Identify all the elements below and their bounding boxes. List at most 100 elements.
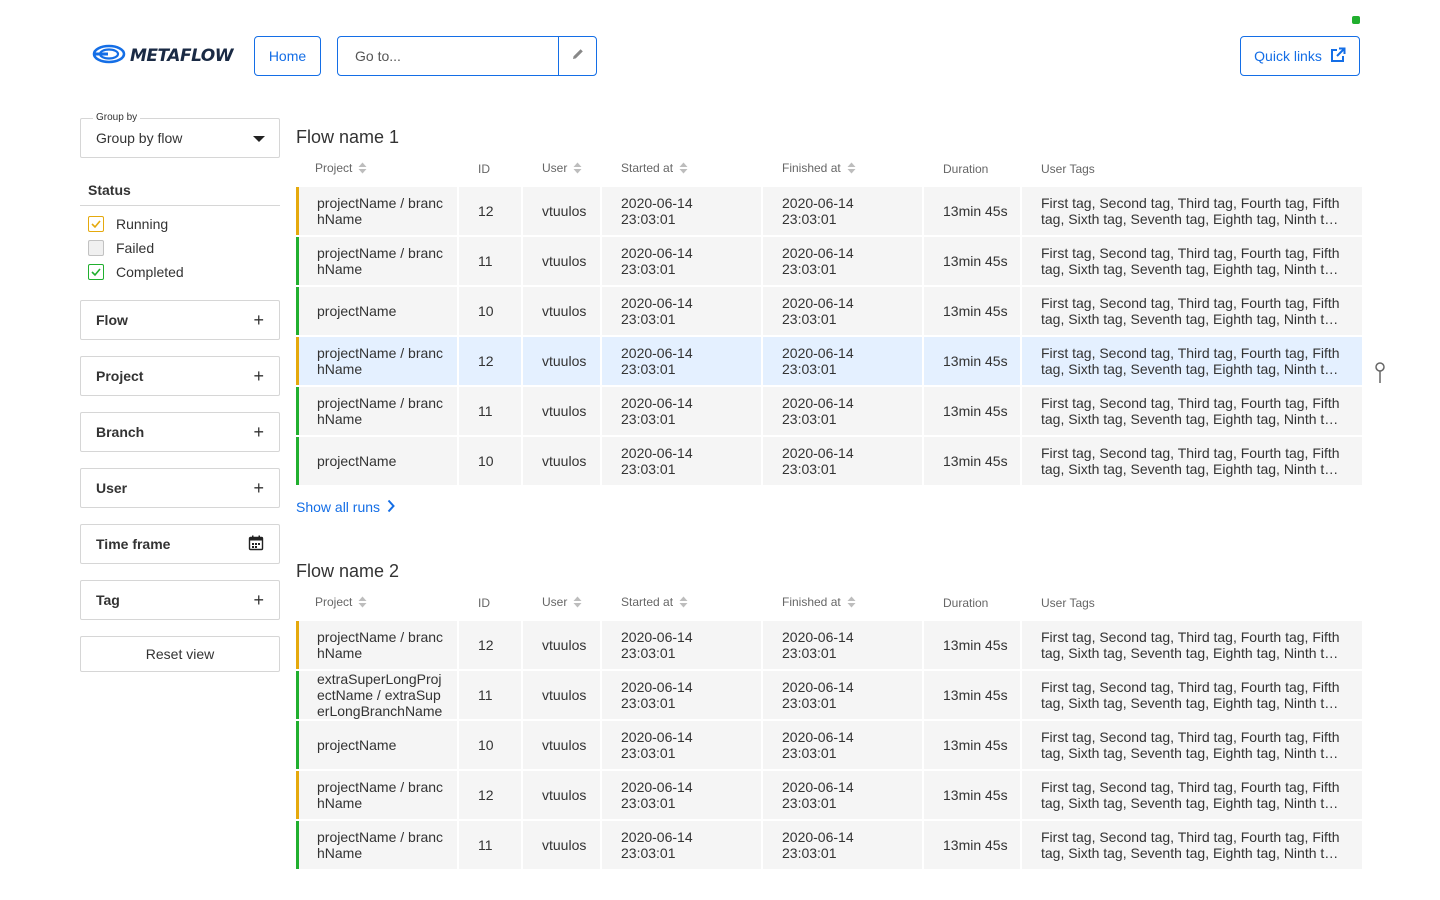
user-cell: vtuulos <box>523 237 600 285</box>
user-tags-cell: First tag, Second tag, Third tag, Fourth… <box>1022 287 1362 335</box>
table-row[interactable]: projectName / branchName 11 vtuulos 2020-06… <box>296 821 1362 869</box>
user-cell: vtuulos <box>523 621 600 669</box>
column-header[interactable]: Finished at <box>763 587 922 619</box>
id-cell: 10 <box>459 287 521 335</box>
duration-cell: 13min 45s <box>924 187 1020 235</box>
sort-icon[interactable] <box>847 162 856 177</box>
status-running-checkbox[interactable]: Running <box>80 212 280 236</box>
user-cell: vtuulos <box>523 671 600 719</box>
project-text: projectName / branchName <box>317 629 444 661</box>
column-header-label: ID <box>478 596 490 610</box>
quick-links-button[interactable]: Quick links <box>1240 36 1360 76</box>
reset-view-button[interactable]: Reset view <box>80 636 280 672</box>
status-label: Failed <box>116 240 155 256</box>
flow-section-1: Flow name 1 Project ID User Started at Finis… <box>296 127 1362 517</box>
sort-icon[interactable] <box>573 596 582 611</box>
filter-branch[interactable]: Branch + <box>80 412 280 452</box>
duration-cell: 13min 45s <box>924 437 1020 485</box>
metaflow-logo[interactable]: METAFLOW <box>92 44 234 68</box>
project-cell: projectName <box>296 721 457 769</box>
group-by-select[interactable]: Group by Group by flow <box>80 112 280 158</box>
column-header-label: Started at <box>621 161 674 176</box>
table-row[interactable]: projectName / branchName 11 vtuulos 2020-06… <box>296 387 1362 435</box>
column-header[interactable]: Started at <box>602 153 761 185</box>
column-header[interactable]: User <box>523 587 600 619</box>
user-tags-cell: First tag, Second tag, Third tag, Fourth… <box>1022 187 1362 235</box>
column-header: ID <box>459 153 521 185</box>
status-completed-checkbox[interactable]: Completed <box>80 260 280 284</box>
finished-at-cell: 2020-06-14 23:03:01 <box>763 187 922 235</box>
user-cell: vtuulos <box>523 387 600 435</box>
table-row[interactable]: projectName 10 vtuulos 2020-06-14 23:03:01 2… <box>296 437 1362 485</box>
sort-icon[interactable] <box>679 596 688 611</box>
user-cell: vtuulos <box>523 721 600 769</box>
table-row[interactable]: projectName / branchName 11 vtuulos 2020-06… <box>296 237 1362 285</box>
filter-tag[interactable]: Tag + <box>80 580 280 620</box>
sort-icon[interactable] <box>847 596 856 611</box>
started-at-cell: 2020-06-14 23:03:01 <box>602 237 761 285</box>
filter-time-frame[interactable]: Time frame <box>80 524 280 564</box>
table-row[interactable]: projectName / branchName 12 vtuulos 2020-06… <box>296 187 1362 235</box>
flow-title: Flow name 2 <box>296 561 400 581</box>
plus-icon: + <box>253 422 264 442</box>
column-header-label: Project <box>315 595 353 610</box>
status-title: Status <box>80 182 280 206</box>
column-header[interactable]: Finished at <box>763 153 922 185</box>
table-row[interactable]: projectName 10 vtuulos 2020-06-14 23:03:01 2… <box>296 287 1362 335</box>
pin-icon[interactable] <box>1373 362 1387 389</box>
column-header[interactable]: Started at <box>602 587 761 619</box>
status-failed-checkbox[interactable]: Failed <box>80 236 280 260</box>
user-tags-text: First tag, Second tag, Third tag, Fourth… <box>1041 445 1344 477</box>
sort-icon[interactable] <box>358 596 367 611</box>
column-header[interactable]: User <box>523 153 600 185</box>
column-header-label: Finished at <box>782 595 841 610</box>
sort-icon[interactable] <box>573 162 582 177</box>
sort-icon[interactable] <box>358 162 367 177</box>
sort-icon[interactable] <box>679 162 688 177</box>
edit-button[interactable] <box>558 37 596 75</box>
column-header-label: Finished at <box>782 161 841 176</box>
user-tags-cell: First tag, Second tag, Third tag, Fourth… <box>1022 821 1362 869</box>
user-tags-cell: First tag, Second tag, Third tag, Fourth… <box>1022 721 1362 769</box>
column-header[interactable]: Project <box>296 153 457 185</box>
id-cell: 12 <box>459 337 521 385</box>
main-content: Flow name 1 Project ID User Started at Finis… <box>296 127 1362 871</box>
column-header-label: ID <box>478 162 490 176</box>
table-row[interactable]: projectName / branchName 12 vtuulos 2020-06… <box>296 621 1362 669</box>
duration-cell: 13min 45s <box>924 771 1020 819</box>
column-header: Duration <box>924 153 1020 185</box>
filter-label: Time frame <box>96 536 171 552</box>
show-all-runs-link[interactable]: Show all runs <box>296 497 1360 517</box>
finished-at-cell: 2020-06-14 23:03:01 <box>763 721 922 769</box>
column-header: Duration <box>924 587 1020 619</box>
user-tags-cell: First tag, Second tag, Third tag, Fourth… <box>1022 621 1362 669</box>
id-cell: 10 <box>459 721 521 769</box>
table-row[interactable]: projectName 10 vtuulos 2020-06-14 23:03:01 2… <box>296 721 1362 769</box>
filter-project[interactable]: Project + <box>80 356 280 396</box>
filter-flow[interactable]: Flow + <box>80 300 280 340</box>
plus-icon: + <box>253 590 264 610</box>
project-text: projectName / branchName <box>317 829 444 861</box>
filter-user[interactable]: User + <box>80 468 280 508</box>
filter-label: Project <box>96 368 144 384</box>
user-tags-text: First tag, Second tag, Third tag, Fourth… <box>1041 729 1344 761</box>
external-link-icon <box>1330 47 1346 66</box>
runs-table: Project ID User Started at Finished at Durati… <box>294 585 1364 871</box>
started-at-cell: 2020-06-14 23:03:01 <box>602 337 761 385</box>
table-row[interactable]: extraSuperLongProjectName / extraSuperLo… <box>296 671 1362 719</box>
goto-input[interactable] <box>338 37 558 75</box>
project-cell: projectName <box>296 287 457 335</box>
group-by-value: Group by flow <box>96 130 183 146</box>
table-row[interactable]: projectName / branchName 12 vtuulos 2020-06… <box>296 771 1362 819</box>
duration-cell: 13min 45s <box>924 387 1020 435</box>
column-header[interactable]: Project <box>296 587 457 619</box>
project-cell: projectName <box>296 437 457 485</box>
project-cell: projectName / branchName <box>296 187 457 235</box>
home-button[interactable]: Home <box>254 36 321 76</box>
project-cell: extraSuperLongProjectName / extraSuperLo… <box>296 671 457 719</box>
table-header-row: Project ID User Started at Finished at Durati… <box>296 153 1362 185</box>
user-tags-text: First tag, Second tag, Third tag, Fourth… <box>1041 195 1344 227</box>
user-tags-cell: First tag, Second tag, Third tag, Fourth… <box>1022 437 1362 485</box>
flow-title: Flow name 1 <box>296 127 400 147</box>
table-row[interactable]: projectName / branchName 12 vtuulos 2020-06… <box>296 337 1362 385</box>
